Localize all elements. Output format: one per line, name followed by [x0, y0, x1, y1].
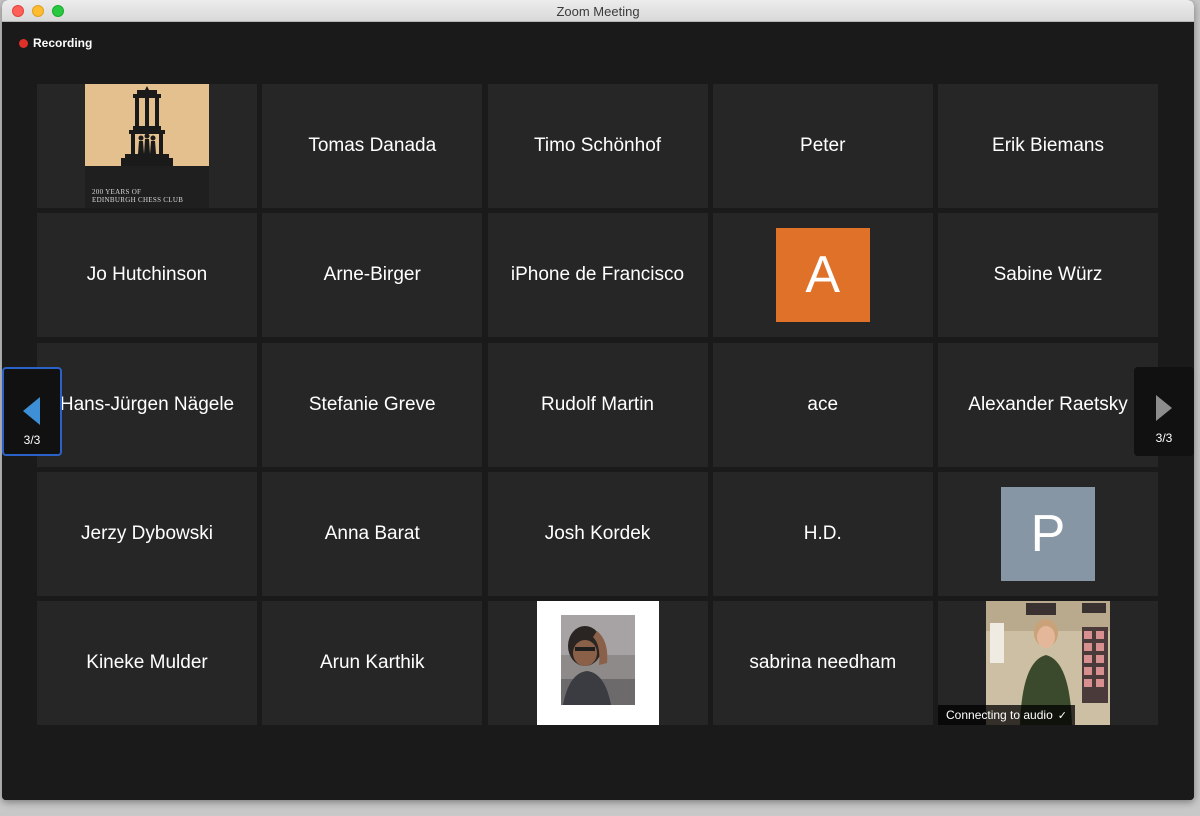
- page-indicator-right: 3/3: [1155, 431, 1173, 445]
- gallery-grid: 200 YEARS OF EDINBURGH CHESS CLUB Tomas …: [37, 84, 1158, 725]
- recording-indicator[interactable]: Recording: [19, 36, 92, 50]
- participant-tile[interactable]: Josh Kordek: [487, 471, 708, 596]
- participant-name: H.D.: [803, 522, 842, 544]
- participant-tile[interactable]: Rudolf Martin: [487, 342, 708, 467]
- recording-dot-icon: [19, 38, 28, 48]
- participant-name: Alexander Raetsky: [968, 393, 1128, 415]
- participant-name: Jerzy Dybowski: [81, 522, 213, 544]
- participant-tile[interactable]: H.D.: [712, 471, 933, 596]
- participant-tile-avatar[interactable]: P: [938, 471, 1158, 596]
- participant-tile[interactable]: iPhone de Francisco: [487, 213, 708, 338]
- participant-tile[interactable]: Tomas Danada: [262, 84, 483, 208]
- participant-name: Tomas Danada: [308, 135, 437, 156]
- participant-tile[interactable]: Alexander Raetsky: [938, 342, 1158, 467]
- check-icon: ✓: [1057, 709, 1067, 722]
- participant-tile[interactable]: Jo Hutchinson: [37, 213, 257, 338]
- participant-tile[interactable]: Kineke Mulder: [37, 601, 257, 725]
- participant-name: Rudolf Martin: [541, 393, 654, 415]
- title-bar: Zoom Meeting: [2, 0, 1194, 22]
- participant-name: Timo Schönhof: [533, 135, 662, 156]
- participant-name: Kineke Mulder: [86, 652, 208, 673]
- zoom-window: Zoom Meeting Recording 200 YEARS OF EDIN…: [2, 0, 1194, 800]
- meeting-content: Recording 200 YEARS OF EDINBURGH CHESS C…: [2, 22, 1194, 800]
- page-indicator-left: 3/3: [23, 433, 41, 447]
- participant-profile-photo: [536, 601, 659, 725]
- participant-name: Hans-Jürgen Nägele: [59, 393, 235, 415]
- participant-name: Sabine Würz: [993, 264, 1103, 286]
- participant-name: Arne-Birger: [323, 264, 421, 286]
- participant-tile[interactable]: Anna Barat: [262, 471, 483, 596]
- participant-tile[interactable]: sabrina needham: [712, 601, 933, 725]
- participant-name: Stefanie Greve: [308, 393, 436, 415]
- participant-tile[interactable]: Arne-Birger: [262, 213, 483, 338]
- next-page-button[interactable]: 3/3: [1134, 367, 1194, 456]
- club-logo-caption-2: EDINBURGH CHESS CLUB: [92, 196, 184, 204]
- participant-name: Jo Hutchinson: [86, 264, 208, 286]
- participant-name: Erik Biemans: [992, 135, 1104, 156]
- connecting-to-audio-status: Connecting to audio ✓: [938, 705, 1075, 725]
- avatar-letter: P: [1030, 504, 1066, 563]
- participant-tile[interactable]: Hans-Jürgen Nägele: [37, 342, 257, 467]
- participant-tile-logo[interactable]: 200 YEARS OF EDINBURGH CHESS CLUB: [37, 84, 257, 208]
- participant-tile[interactable]: Arun Karthik: [262, 601, 483, 725]
- participant-name: sabrina needham: [749, 652, 897, 673]
- previous-page-button[interactable]: 3/3: [2, 367, 62, 456]
- avatar: P: [1001, 486, 1095, 581]
- arrow-right-icon: [1156, 395, 1172, 421]
- avatar-letter: A: [805, 246, 841, 305]
- window-title: Zoom Meeting: [556, 4, 640, 19]
- audio-status-label: Connecting to audio: [946, 708, 1053, 722]
- participant-tile-video[interactable]: Connecting to audio ✓: [938, 601, 1158, 725]
- participant-tile[interactable]: Erik Biemans: [938, 84, 1158, 208]
- participant-tile-avatar[interactable]: A: [712, 213, 933, 338]
- participant-name: Anna Barat: [324, 522, 420, 544]
- participant-tile[interactable]: Jerzy Dybowski: [37, 471, 257, 596]
- participant-tile[interactable]: Timo Schönhof: [487, 84, 708, 208]
- avatar: A: [775, 228, 870, 323]
- arrow-left-icon: [23, 397, 40, 425]
- participant-name: Peter: [800, 135, 846, 156]
- participant-tile-photo[interactable]: [487, 601, 708, 725]
- participant-name: iPhone de Francisco: [510, 264, 685, 286]
- recording-label: Recording: [33, 36, 93, 50]
- participant-name: Josh Kordek: [544, 522, 651, 544]
- participant-name: Arun Karthik: [319, 652, 425, 673]
- participant-tile[interactable]: ace: [712, 342, 933, 467]
- club-logo-caption-1: 200 YEARS OF: [92, 188, 142, 196]
- participant-tile[interactable]: Peter: [712, 84, 933, 208]
- participant-tile[interactable]: Stefanie Greve: [262, 342, 483, 467]
- participant-name: ace: [807, 393, 839, 415]
- participant-tile[interactable]: Sabine Würz: [938, 213, 1158, 338]
